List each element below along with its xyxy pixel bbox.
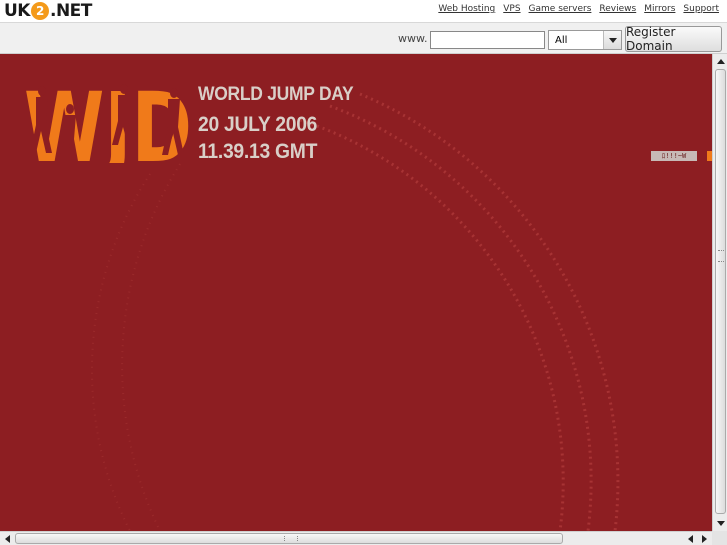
headline-world-jump-day: WORLD JUMP DAY [198, 84, 354, 105]
world-jump-day-frame: WJD WORLD JUMP DAY 20 JULY 2006 11.39.13… [0, 54, 712, 531]
logo-text-right: .NET [49, 1, 92, 21]
arrow-left-icon [5, 534, 10, 543]
headline-time: 11.39.13 GMT [198, 140, 318, 163]
register-domain-button[interactable]: Register Domain [625, 25, 722, 53]
nav-mirrors[interactable]: Mirrors [644, 4, 675, 14]
domain-search-bar: www. All Register Domain [0, 22, 727, 54]
side-tag: ﾛ!!!~W [651, 151, 697, 161]
top-bar: UK 2 .NET Web Hosting VPS Game servers R… [0, 0, 727, 22]
arrow-right-icon [702, 534, 707, 543]
nav-support[interactable]: Support [683, 4, 719, 14]
scroll-left-button-end[interactable] [684, 532, 697, 545]
horizontal-scrollbar[interactable] [0, 531, 712, 545]
wjd-logo-icon: WJD [24, 83, 192, 163]
logo-text-left: UK [4, 1, 30, 21]
scroll-up-button[interactable] [714, 55, 727, 68]
browser-page: UK 2 .NET Web Hosting VPS Game servers R… [0, 0, 727, 545]
scroll-left-button[interactable] [1, 532, 14, 545]
uk2-logo[interactable]: UK 2 .NET [4, 0, 92, 22]
grip-icon [718, 250, 724, 262]
dropdown-arrow-icon[interactable] [603, 31, 621, 49]
logo-circle-2: 2 [30, 2, 49, 20]
grip-icon [284, 536, 298, 541]
arrow-down-icon [716, 521, 725, 526]
vertical-scrollbar[interactable] [712, 54, 727, 531]
scroll-down-button[interactable] [714, 517, 727, 530]
vertical-scroll-thumb[interactable] [715, 69, 726, 514]
scroll-right-button[interactable] [698, 532, 711, 545]
arrow-left-icon [688, 534, 693, 543]
tld-select[interactable]: All [548, 30, 622, 50]
nav-reviews[interactable]: Reviews [599, 4, 636, 14]
tld-selected-value: All [555, 34, 568, 46]
headline-date: 20 JULY 2006 [198, 113, 318, 136]
top-nav: Web Hosting VPS Game servers Reviews Mir… [438, 4, 719, 14]
nav-web-hosting[interactable]: Web Hosting [438, 4, 495, 14]
arrow-up-icon [716, 59, 725, 64]
domain-name-input[interactable] [430, 31, 545, 49]
www-prefix-label: www. [398, 32, 428, 45]
horizontal-scroll-thumb[interactable] [15, 533, 563, 544]
nav-vps[interactable]: VPS [503, 4, 520, 14]
scrollbar-corner [712, 531, 727, 545]
nav-game-servers[interactable]: Game servers [529, 4, 592, 14]
